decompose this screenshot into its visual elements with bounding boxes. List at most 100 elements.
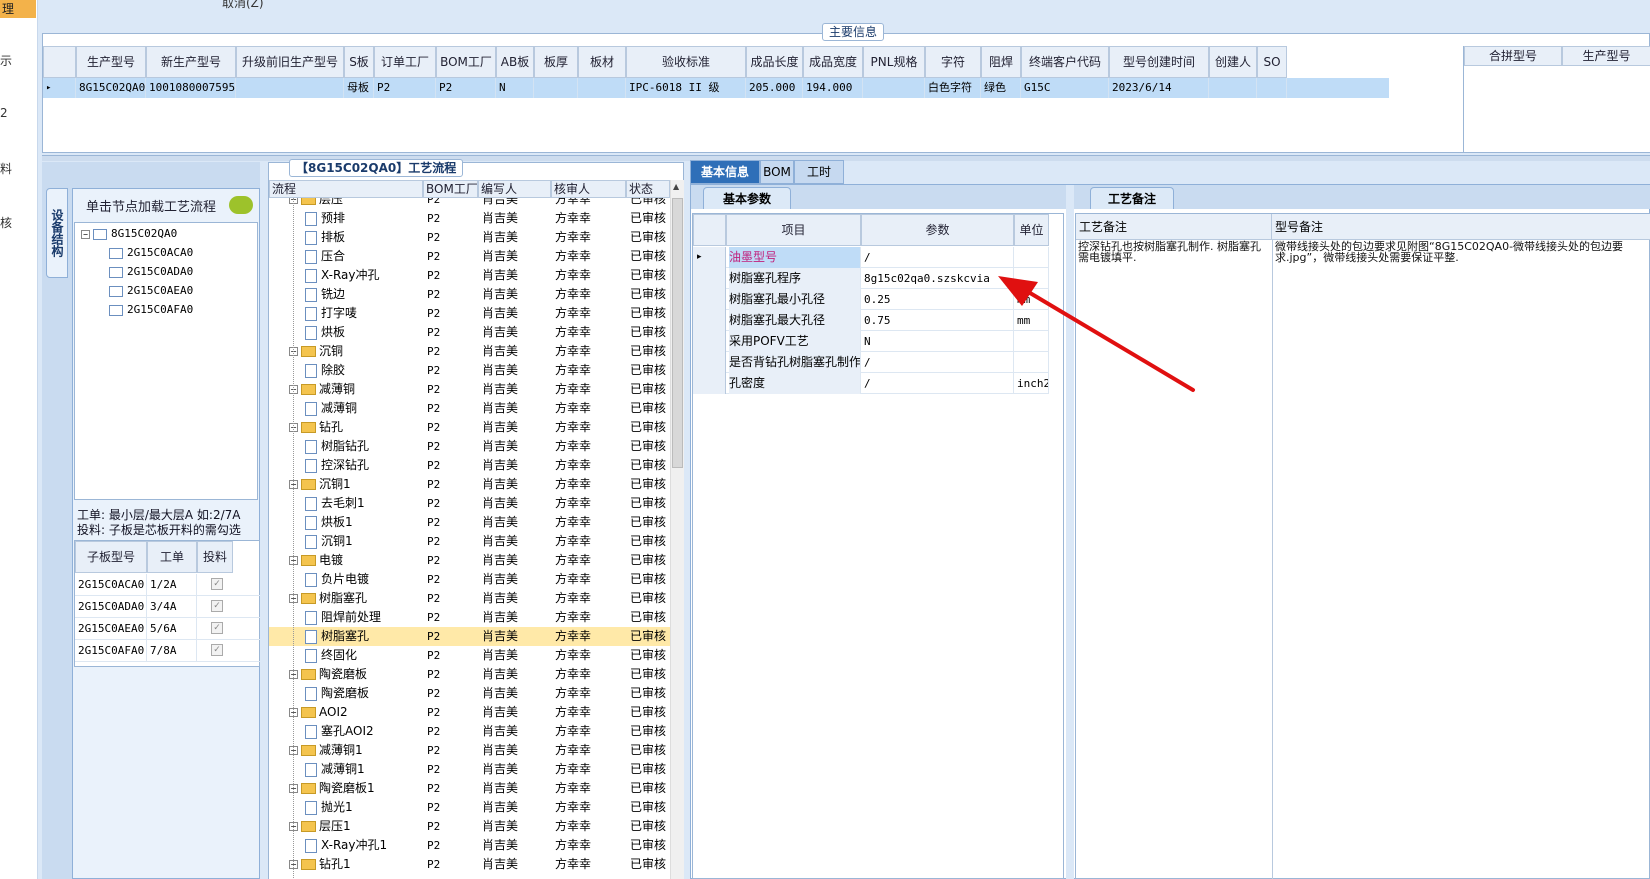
model-remark-text[interactable]: 微带线接头处的包边要求见附图“8G15C02QA0-微带线接头处的包边要求.jp… xyxy=(1275,241,1645,263)
table-row[interactable]: ▸ 8G15C02QA0 10010800075955 母板 P2 P2 N IPC-6018… xyxy=(43,78,1389,98)
left-strip-item[interactable]: 核 xyxy=(0,214,12,231)
tree-node[interactable]: 2G15C0ACA0 xyxy=(109,246,193,259)
table-cell[interactable] xyxy=(1257,78,1287,98)
column-header[interactable]: 成品长度 xyxy=(746,46,803,78)
device-tree[interactable]: − 8G15C02QA0 2G15C0ACA0 2G15C0ADA0 2G15C0AEA… xyxy=(74,222,258,500)
flow-step-row[interactable]: 负片电镀 P2 肖吉美 方幸幸 已审核 xyxy=(269,570,670,589)
table-cell[interactable]: 5/6A xyxy=(147,618,197,639)
column-header[interactable]: 升级前旧生产型号 xyxy=(236,46,344,78)
flow-group-row[interactable]: − 陶瓷磨板1 P2 肖吉美 方幸幸 已审核 xyxy=(269,779,670,798)
flow-column-header[interactable]: 状态 xyxy=(626,180,670,198)
subboard-row[interactable]: 2G15C0ADA0 3/4A ✓ xyxy=(75,596,261,618)
table-cell[interactable]: P2 xyxy=(374,78,436,98)
flow-group-row[interactable]: − 沉铜 P2 肖吉美 方幸幸 已审核 xyxy=(269,342,670,361)
flow-step-row[interactable]: X-Ray冲孔1 P2 肖吉美 方幸幸 已审核 xyxy=(269,836,670,855)
collapse-icon[interactable]: − xyxy=(81,229,90,239)
column-header[interactable]: AB板 xyxy=(496,46,534,78)
table-cell[interactable]: 2G15C0AEA0 xyxy=(75,618,147,639)
flow-step-row[interactable]: 陶瓷磨板 P2 肖吉美 方幸幸 已审核 xyxy=(269,684,670,703)
column-header[interactable]: 生产型号 xyxy=(76,46,146,78)
flow-step-row[interactable]: 阻焊前处理 P2 肖吉美 方幸幸 已审核 xyxy=(269,608,670,627)
column-header[interactable]: 型号创建时间 xyxy=(1109,46,1209,78)
left-strip-item[interactable]: 示 xyxy=(0,52,12,69)
flow-column-header[interactable]: BOM工厂 xyxy=(423,180,478,198)
param-row[interactable]: ▸ 油墨型号 / xyxy=(693,247,1049,268)
table-cell[interactable] xyxy=(578,78,626,98)
tree-node[interactable]: 2G15C0AEA0 xyxy=(109,284,193,297)
subboard-grid[interactable]: 子板型号 工单 投料 2G15C0ACA0 1/2A ✓ 2G15C0ADA0 3/4A ✓ 2G… xyxy=(74,540,261,667)
flow-step-row[interactable]: 铣边 P2 肖吉美 方幸幸 已审核 xyxy=(269,285,670,304)
table-cell[interactable]: 205.000 xyxy=(746,78,803,98)
table-cell[interactable]: 10010800075955 xyxy=(146,78,236,98)
flow-step-row[interactable]: 烘板 P2 肖吉美 方幸幸 已审核 xyxy=(269,323,670,342)
subboard-row[interactable]: 2G15C0AEA0 5/6A ✓ xyxy=(75,618,261,640)
table-cell[interactable]: 2023/6/14 xyxy=(1109,78,1209,98)
table-cell[interactable]: 7/8A xyxy=(147,640,197,661)
table-cell[interactable] xyxy=(236,78,344,98)
feed-checkbox[interactable]: ✓ xyxy=(211,578,223,590)
feed-checkbox[interactable]: ✓ xyxy=(211,600,223,612)
feed-checkbox[interactable]: ✓ xyxy=(211,644,223,656)
param-column-header[interactable]: 参数 xyxy=(861,214,1014,246)
flow-group-row[interactable]: − 陶瓷磨板 P2 肖吉美 方幸幸 已审核 xyxy=(269,665,670,684)
column-header[interactable]: 成品宽度 xyxy=(803,46,863,78)
column-header[interactable]: PNL规格 xyxy=(863,46,925,78)
column-header[interactable]: 验收标准 xyxy=(626,46,746,78)
flow-step-row[interactable]: 终固化 P2 肖吉美 方幸幸 已审核 xyxy=(269,646,670,665)
table-cell[interactable] xyxy=(534,78,578,98)
table-cell[interactable]: P2 xyxy=(436,78,496,98)
flow-group-row[interactable]: − 减薄铜 P2 肖吉美 方幸幸 已审核 xyxy=(269,380,670,399)
tab-basic-params[interactable]: 基本参数 xyxy=(703,187,791,209)
table-cell[interactable] xyxy=(863,78,925,98)
column-header[interactable]: 创建人 xyxy=(1209,46,1257,78)
flow-step-row[interactable]: 除胶 P2 肖吉美 方幸幸 已审核 xyxy=(269,361,670,380)
table-cell[interactable]: 3/4A xyxy=(147,596,197,617)
table-cell[interactable] xyxy=(1209,78,1257,98)
merge-column-header[interactable]: 合拼型号 xyxy=(1464,46,1562,66)
flow-step-row[interactable]: 去毛刺1 P2 肖吉美 方幸幸 已审核 xyxy=(269,494,670,513)
tab-basic-info[interactable]: 基本信息 xyxy=(690,160,760,184)
flow-step-row[interactable]: 打字唛 P2 肖吉美 方幸幸 已审核 xyxy=(269,304,670,323)
subboard-row[interactable]: 2G15C0ACA0 1/2A ✓ xyxy=(75,574,261,596)
column-header[interactable]: 新生产型号 xyxy=(146,46,236,78)
flow-group-row[interactable]: − AOI2 P2 肖吉美 方幸幸 已审核 xyxy=(269,703,670,722)
flow-group-row[interactable]: − 电镀 P2 肖吉美 方幸幸 已审核 xyxy=(269,551,670,570)
tree-root[interactable]: − 8G15C02QA0 xyxy=(81,227,177,240)
flow-step-row[interactable]: 压合 P2 肖吉美 方幸幸 已审核 xyxy=(269,247,670,266)
flow-step-row[interactable]: 树脂塞孔 P2 肖吉美 方幸幸 已审核 xyxy=(269,627,670,646)
flow-step-row[interactable]: 烘板1 P2 肖吉美 方幸幸 已审核 xyxy=(269,513,670,532)
flow-step-row[interactable]: 减薄铜 P2 肖吉美 方幸幸 已审核 xyxy=(269,399,670,418)
column-header[interactable]: 终端客户代码 xyxy=(1021,46,1109,78)
column-header[interactable]: BOM工厂 xyxy=(436,46,496,78)
flow-step-row[interactable]: 塞孔AOI2 P2 肖吉美 方幸幸 已审核 xyxy=(269,722,670,741)
scroll-up-icon[interactable]: ▲ xyxy=(673,182,679,191)
flow-step-row[interactable]: 减薄铜1 P2 肖吉美 方幸幸 已审核 xyxy=(269,760,670,779)
flow-column-header[interactable]: 流程 xyxy=(269,180,423,198)
column-header[interactable]: SO xyxy=(1257,46,1287,78)
table-cell[interactable]: 2G15C0ACA0 xyxy=(75,574,147,595)
merge-grid[interactable]: 合拼型号 生产型号 xyxy=(1463,46,1650,152)
flow-group-row[interactable]: − 减薄铜1 P2 肖吉美 方幸幸 已审核 xyxy=(269,741,670,760)
main-info-grid[interactable]: 生产型号 新生产型号 升级前旧生产型号 S板 订单工厂 BOM工厂 AB板 板厚 板材 验收标准成… xyxy=(43,46,1463,152)
tab-process-remarks[interactable]: 工艺备注 xyxy=(1090,187,1174,209)
table-cell[interactable]: 绿色 xyxy=(981,78,1021,98)
grid-corner[interactable] xyxy=(43,46,76,78)
flow-step-row[interactable]: 预排 P2 肖吉美 方幸幸 已审核 xyxy=(269,209,670,228)
param-column-header[interactable]: 项目 xyxy=(726,214,861,246)
left-strip-top[interactable]: 理 xyxy=(0,0,36,18)
column-header[interactable]: 板材 xyxy=(578,46,626,78)
flow-group-row[interactable]: − 钻孔1 P2 肖吉美 方幸幸 已审核 xyxy=(269,855,670,874)
tab-bom[interactable]: BOM xyxy=(760,160,794,184)
flow-step-row[interactable]: 沉铜1 P2 肖吉美 方幸幸 已审核 xyxy=(269,532,670,551)
subboard-column-header[interactable]: 投料 xyxy=(197,541,233,573)
flow-step-row[interactable]: X-Ray冲孔 P2 肖吉美 方幸幸 已审核 xyxy=(269,266,670,285)
tab-device-structure[interactable]: 设备结构 xyxy=(46,188,68,278)
merge-column-header[interactable]: 生产型号 xyxy=(1562,46,1650,66)
flow-group-row[interactable]: − 层压1 P2 肖吉美 方幸幸 已审核 xyxy=(269,817,670,836)
top-stub-button[interactable]: 取消(Z) xyxy=(222,0,264,11)
param-column-header[interactable]: 单位 xyxy=(1014,214,1049,246)
table-cell[interactable]: 白色字符 xyxy=(925,78,981,98)
vertical-splitter-left[interactable] xyxy=(260,162,268,879)
table-cell[interactable]: 1/2A xyxy=(147,574,197,595)
tree-node[interactable]: 2G15C0AFA0 xyxy=(109,303,193,316)
